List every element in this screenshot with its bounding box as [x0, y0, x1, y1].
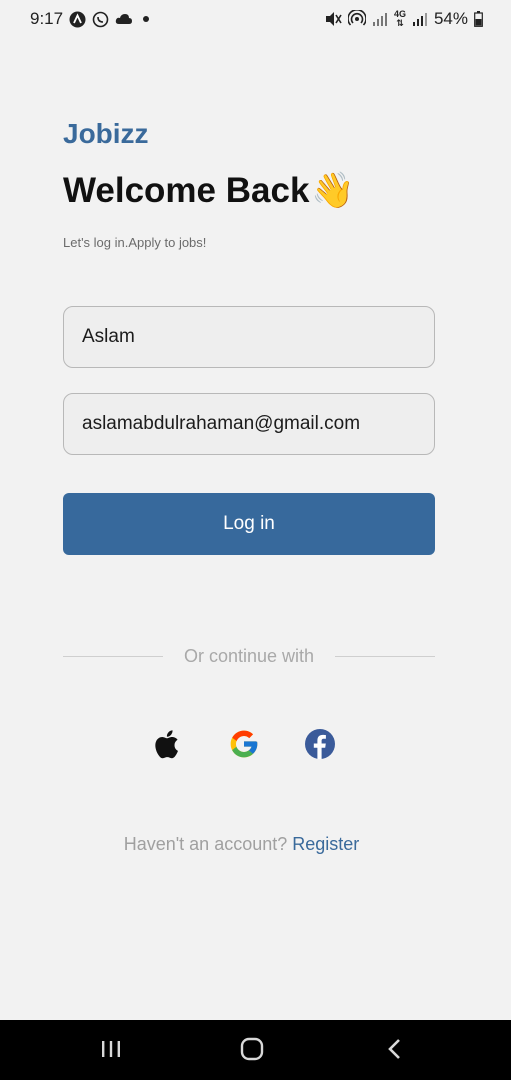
register-link[interactable]: Register — [292, 834, 359, 854]
more-notifications-dot — [143, 16, 150, 22]
mute-icon — [324, 11, 342, 27]
divider-label: Or continue with — [183, 645, 315, 666]
facebook-icon — [304, 728, 336, 765]
signal-icon-2 — [412, 12, 428, 26]
welcome-heading: Welcome Back — [63, 170, 310, 210]
cloud-icon — [115, 13, 133, 25]
login-button-label: Log in — [223, 513, 275, 534]
home-button[interactable] — [237, 1036, 267, 1066]
status-bar: 9:17 4G ⇅ 54% — [0, 0, 511, 38]
subtitle: Let's log in.Apply to jobs! — [63, 235, 207, 250]
clock: 9:17 — [30, 9, 64, 28]
apple-login-button[interactable] — [151, 728, 187, 764]
facebook-login-button[interactable] — [302, 728, 338, 764]
name-field[interactable]: Aslam — [63, 306, 435, 368]
google-login-button[interactable] — [226, 728, 262, 764]
no-account-text: Haven't an account? — [123, 834, 288, 854]
signal-icon — [372, 12, 388, 26]
divider-line-left — [63, 655, 163, 657]
whatsapp-icon — [92, 11, 109, 28]
home-icon — [239, 1036, 265, 1067]
network-type-icon: 4G ⇅ — [393, 9, 406, 28]
back-icon — [385, 1037, 405, 1066]
notification-app-icon — [69, 11, 86, 28]
login-button[interactable]: Log in — [63, 493, 435, 555]
google-icon — [228, 728, 260, 765]
name-field-value: Aslam — [82, 326, 135, 347]
register-prompt: Haven't an account? Register — [0, 834, 483, 855]
hotspot-icon — [347, 10, 366, 28]
system-nav-bar — [0, 1020, 511, 1080]
page-title: Welcome Back 👋 — [63, 170, 355, 211]
brand-logo-text: Jobizz — [63, 118, 149, 149]
battery-percent: 54% — [433, 9, 468, 28]
email-field-value: aslamabdulrahaman@gmail.com — [82, 413, 361, 434]
apple-icon — [154, 727, 184, 766]
battery-icon — [474, 11, 483, 27]
social-login-row — [0, 728, 511, 768]
email-field[interactable]: aslamabdulrahaman@gmail.com — [63, 393, 435, 455]
recent-apps-icon — [99, 1039, 123, 1064]
continue-with-divider: Or continue with — [63, 644, 435, 668]
recent-apps-button[interactable] — [96, 1036, 126, 1066]
waving-hand-icon: 👋 — [311, 171, 356, 210]
back-button[interactable] — [380, 1036, 410, 1066]
divider-line-right — [335, 655, 435, 657]
